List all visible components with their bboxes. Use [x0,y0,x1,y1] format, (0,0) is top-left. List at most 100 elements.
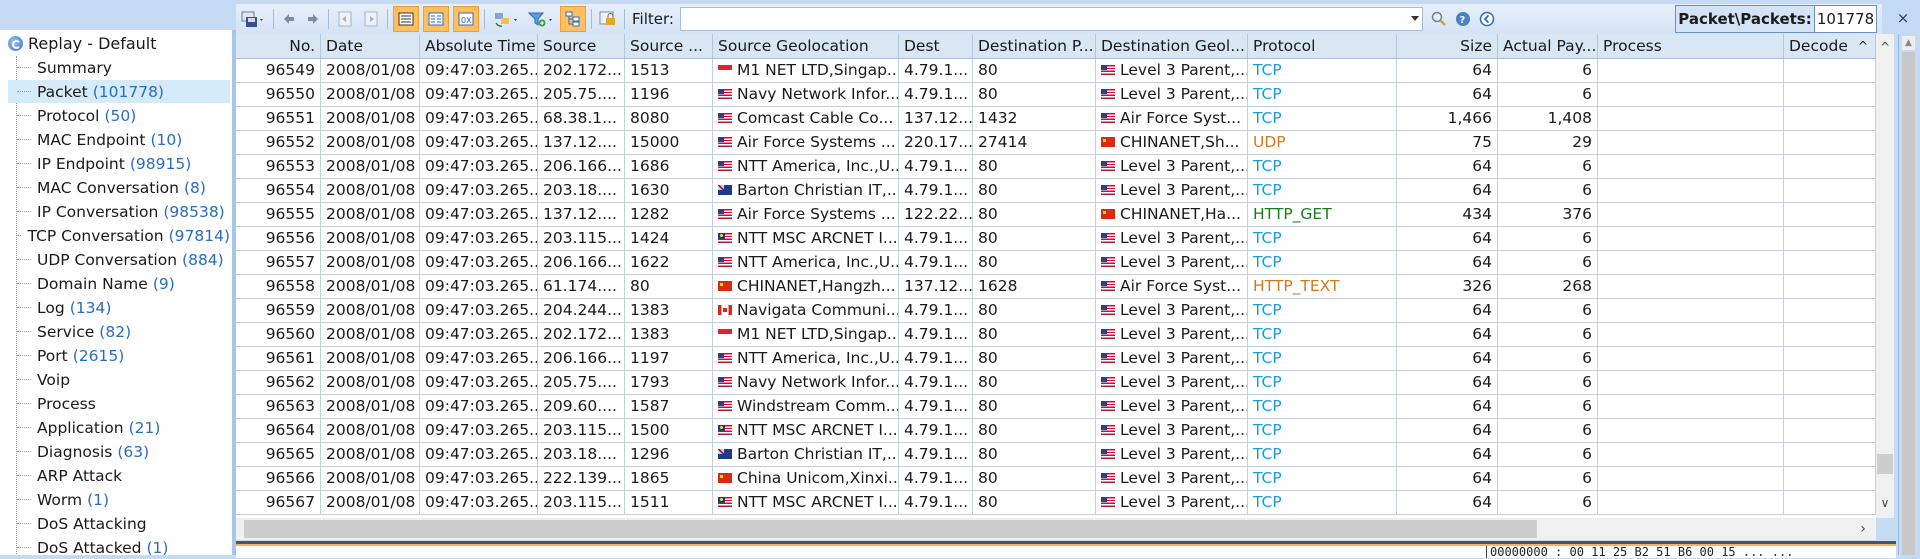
filter-combobox[interactable] [679,7,1423,31]
column-header-no[interactable]: No. [236,34,321,58]
sidebar-item-voip[interactable]: Voip [8,368,230,391]
table-row[interactable]: 96562 2008/01/08 09:47:03.265... 205.75....… [236,371,1876,395]
table-row[interactable]: 96549 2008/01/08 09:47:03.265... 202.172...… [236,59,1876,83]
column-header-source-geolocation[interactable]: Source Geolocation [713,34,899,58]
sidebar-item-arp-attack[interactable]: ARP Attack [8,464,230,487]
table-row[interactable]: 96554 2008/01/08 09:47:03.265... 203.18....… [236,179,1876,203]
column-header-protocol[interactable]: Protocol [1248,34,1397,58]
scroll-right-icon[interactable]: › [1854,520,1872,538]
sidebar-item-summary[interactable]: Summary [8,56,230,79]
table-row[interactable]: 96556 2008/01/08 09:47:03.265... 203.115...… [236,227,1876,251]
filter-input[interactable] [680,8,1405,30]
column-header-destination-p[interactable]: Destination P... [973,34,1096,58]
column-header-actual-pay[interactable]: Actual Pay... [1498,34,1598,58]
sidebar-item-domain-name[interactable]: Domain Name (9) [8,272,230,295]
scroll-up-icon[interactable]: ^ [1876,38,1894,56]
sidebar-item-mac-conversation[interactable]: MAC Conversation (8) [8,176,230,199]
back-button[interactable] [279,7,299,31]
sidebar-item-worm[interactable]: Worm (1) [8,488,230,511]
column-header-source[interactable]: Source [538,34,625,58]
column-header-destination-geol[interactable]: Destination Geol... [1096,34,1248,58]
sidebar-item-tcp-conversation[interactable]: TCP Conversation (97814) [8,224,230,247]
collapse-filter-button[interactable] [1477,7,1497,31]
table-row[interactable]: 96565 2008/01/08 09:47:03.265... 203.18....… [236,443,1876,467]
cell-text: 80 [978,493,998,511]
sidebar-item-application[interactable]: Application (21) [8,416,230,439]
sync-dropdown-button[interactable] [490,7,522,31]
table-row[interactable]: 96551 2008/01/08 09:47:03.265... 68.38.1...… [236,107,1876,131]
toolbar-separator [591,9,592,29]
table-row[interactable]: 96563 2008/01/08 09:47:03.265... 209.60....… [236,395,1876,419]
flag-us-icon [718,136,732,147]
vertical-scroll-thumb[interactable] [1877,454,1893,474]
column-header-absolute-time[interactable]: Absolute Time [420,34,538,58]
tree-root-replay-default[interactable]: Replay - Default [8,32,157,54]
table-row[interactable]: 96561 2008/01/08 09:47:03.265... 206.166...… [236,347,1876,371]
chevron-down-icon[interactable] [1410,16,1419,21]
tree-view-button[interactable] [560,6,586,32]
prev-bookmark-button[interactable] [334,7,356,31]
cell-text: 6 [1582,301,1592,319]
sidebar-item-port[interactable]: Port (2615) [8,344,230,367]
cell-text: 1383 [630,325,670,343]
column-header-date[interactable]: Date [321,34,420,58]
apply-filter-button[interactable] [1429,7,1449,31]
close-button[interactable]: × [1892,5,1914,31]
panel-vertical-scrollbar[interactable]: ▲ [1898,34,1919,555]
tree-connector [17,475,31,476]
cell-sport: 1513 [625,59,713,82]
cell-text: 2008/01/08 [326,493,416,511]
column-header-process[interactable]: Process [1598,34,1784,58]
sidebar-item-ip-conversation[interactable]: IP Conversation (98538) [8,200,230,223]
sidebar-item-diagnosis[interactable]: Diagnosis (63) [8,440,230,463]
sidebar-item-protocol[interactable]: Protocol (50) [8,104,230,127]
sidebar-item-log[interactable]: Log (134) [8,296,230,319]
column-header-source[interactable]: Source ... [625,34,713,58]
cell-no: 96553 [236,155,321,178]
cell-size: 64 [1397,83,1498,106]
table-row[interactable]: 96557 2008/01/08 09:47:03.265... 206.166...… [236,251,1876,275]
sidebar-item-service[interactable]: Service (82) [8,320,230,343]
packet-detail-view-button[interactable] [423,6,449,32]
cell-text: 203.115... [543,229,622,247]
horizontal-scroll-thumb[interactable] [244,520,1537,538]
scroll-up-icon[interactable]: ▲ [1902,36,1915,50]
table-row[interactable]: 96552 2008/01/08 09:47:03.265... 137.12....… [236,131,1876,155]
table-row[interactable]: 96566 2008/01/08 09:47:03.265... 222.139...… [236,467,1876,491]
cell-size: 64 [1397,227,1498,250]
sidebar-item-mac-endpoint[interactable]: MAC Endpoint (10) [8,128,230,151]
table-row[interactable]: 96567 2008/01/08 09:47:03.265... 203.115...… [236,491,1876,515]
table-row[interactable]: 96555 2008/01/08 09:47:03.265... 137.12....… [236,203,1876,227]
toolbar-separator [484,9,485,29]
table-row[interactable]: 96564 2008/01/08 09:47:03.265... 203.115...… [236,419,1876,443]
save-dropdown-button[interactable] [238,7,268,31]
sidebar-item-process[interactable]: Process [8,392,230,415]
cell-dgeo: Level 3 Parent,... [1096,467,1248,490]
lock-view-button[interactable] [597,7,619,31]
sidebar-item-dos-attacked[interactable]: DoS Attacked (1) [8,536,230,555]
flag-us-icon [1101,328,1115,339]
table-vertical-scrollbar[interactable]: ^ ∨ [1876,34,1894,518]
table-row[interactable]: 96560 2008/01/08 09:47:03.265... 202.172...… [236,323,1876,347]
table-row[interactable]: 96553 2008/01/08 09:47:03.265... 206.166...… [236,155,1876,179]
panel-scroll-thumb[interactable] [1902,52,1915,555]
hex-view-button[interactable]: 0X [453,6,479,32]
column-header-dest[interactable]: Dest [899,34,973,58]
filter-dropdown-button[interactable] [526,7,556,31]
next-bookmark-button[interactable] [360,7,382,31]
help-button[interactable]: ? [1453,7,1473,31]
forward-button[interactable] [303,7,323,31]
scroll-down-icon[interactable]: ∨ [1876,494,1894,512]
table-row[interactable]: 96559 2008/01/08 09:47:03.265... 204.244...… [236,299,1876,323]
table-horizontal-scrollbar[interactable]: ‹ › [236,518,1876,540]
sidebar-item-packet[interactable]: Packet (101778) [8,80,230,103]
flag-us-icon [1101,232,1115,243]
cell-text: 4.79.1... [904,373,969,391]
table-row[interactable]: 96558 2008/01/08 09:47:03.265... 61.174....… [236,275,1876,299]
table-row[interactable]: 96550 2008/01/08 09:47:03.265... 205.75....… [236,83,1876,107]
column-header-size[interactable]: Size [1397,34,1498,58]
sidebar-item-ip-endpoint[interactable]: IP Endpoint (98915) [8,152,230,175]
sidebar-item-dos-attacking[interactable]: DoS Attacking [8,512,230,535]
packet-list-view-button[interactable] [393,6,419,32]
sidebar-item-udp-conversation[interactable]: UDP Conversation (884) [8,248,230,271]
